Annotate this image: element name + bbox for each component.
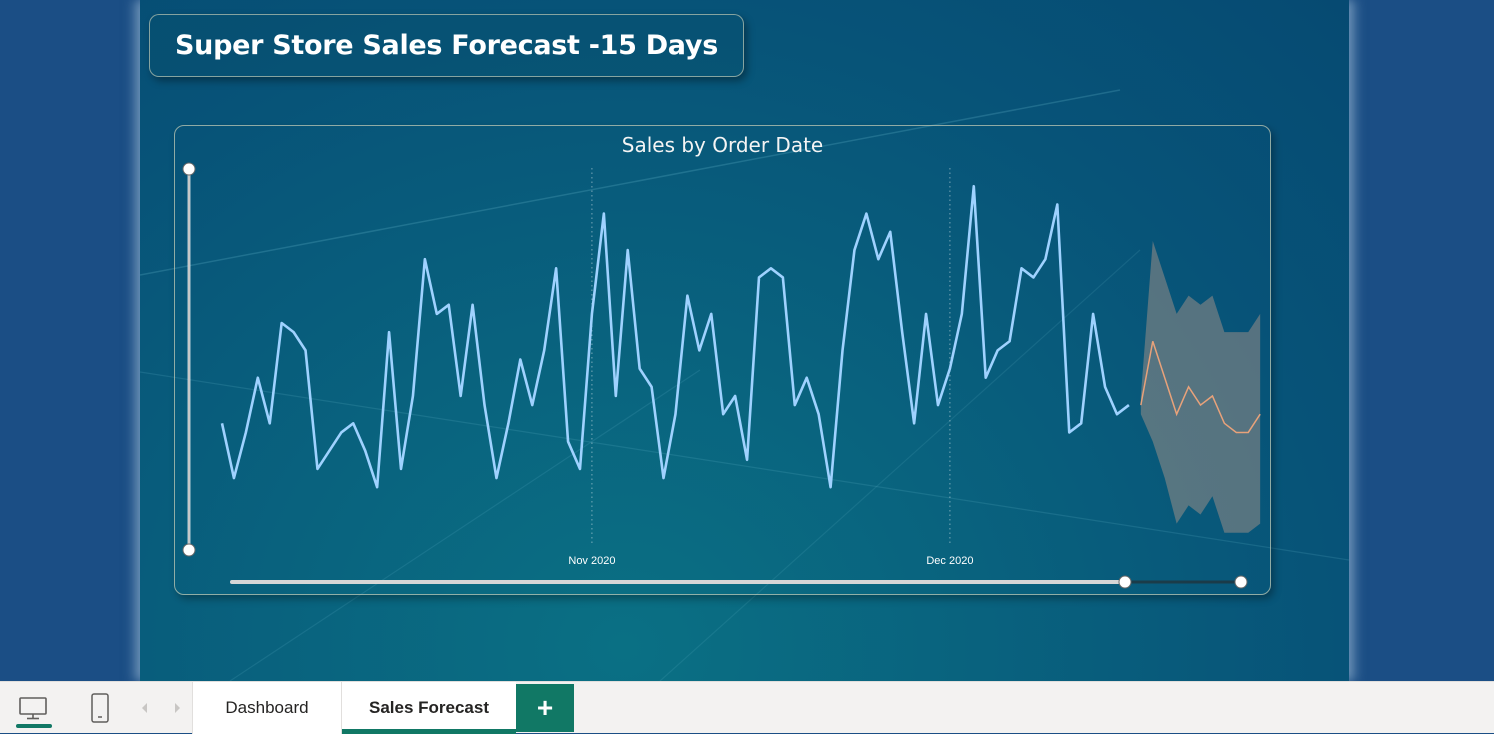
report-title: Super Store Sales Forecast -15 Days <box>175 30 718 61</box>
chevron-right-icon <box>175 703 180 713</box>
desktop-view-button[interactable] <box>10 682 56 734</box>
x-tick-label: Dec 2020 <box>926 555 973 567</box>
tab-dashboard[interactable]: Dashboard <box>192 682 341 734</box>
forecast-confidence-band <box>1140 240 1261 533</box>
sales-line-chart[interactable]: Sales by Order Date Nov 2020Dec 2020Jan … <box>174 125 1271 595</box>
y-zoom-handle-top[interactable] <box>182 162 196 176</box>
report-stage: Super Store Sales Forecast -15 Days Sale… <box>0 0 1494 681</box>
page-navigation-bar: Dashboard Sales Forecast + <box>0 681 1494 734</box>
actual-sales-line <box>220 184 1130 489</box>
x-zoom-handle-left[interactable] <box>1118 575 1132 589</box>
y-zoom-handle-bottom[interactable] <box>182 543 196 557</box>
phone-view-button[interactable] <box>80 682 120 734</box>
add-page-button[interactable]: + <box>516 684 574 732</box>
report-title-card[interactable]: Super Store Sales Forecast -15 Days <box>149 14 744 77</box>
chevron-left-icon <box>142 703 147 713</box>
chart-plot[interactable]: Nov 2020Dec 2020Jan 2021 <box>175 126 1272 596</box>
report-canvas: Super Store Sales Forecast -15 Days Sale… <box>140 0 1349 681</box>
desktop-view-icon <box>19 697 47 720</box>
x-zoom-handle-right[interactable] <box>1234 575 1248 589</box>
next-page-button[interactable] <box>170 699 184 717</box>
phone-view-icon <box>91 693 109 723</box>
tab-sales-forecast[interactable]: Sales Forecast <box>341 682 516 734</box>
x-tick-label: Nov 2020 <box>568 555 615 567</box>
previous-page-button[interactable] <box>138 699 152 717</box>
